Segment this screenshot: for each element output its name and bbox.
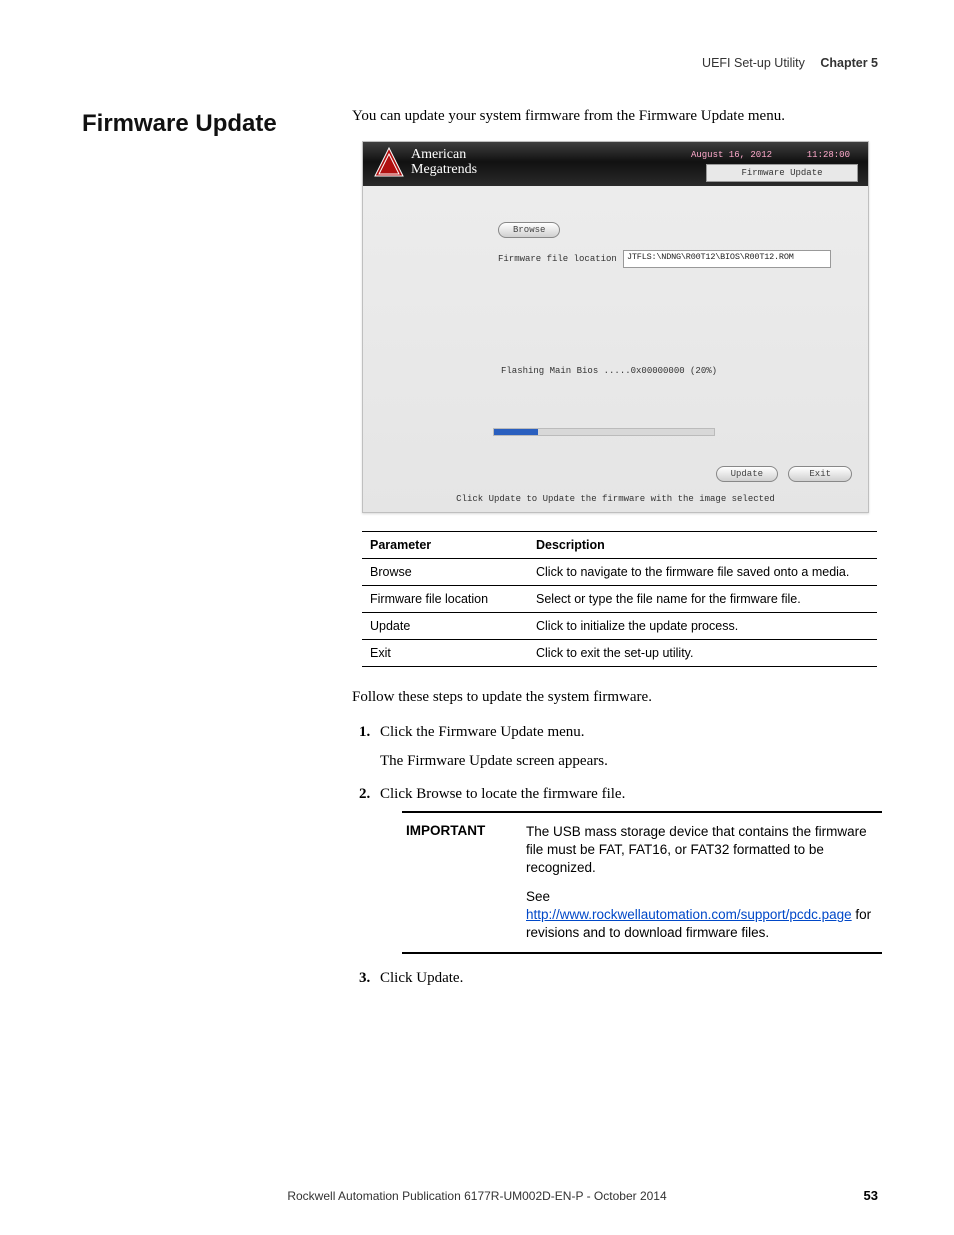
footer-publication: Rockwell Automation Publication 6177R-UM… (0, 1189, 954, 1203)
step-text: Click the Firmware Update menu. (380, 724, 585, 740)
pcdc-link[interactable]: http://www.rockwellautomation.com/suppor… (526, 907, 852, 922)
cell: Update (362, 613, 528, 640)
brand-line1: American (411, 147, 477, 162)
important-p1: The USB mass storage device that contain… (526, 823, 878, 878)
table-row: Firmware file location Select or type th… (362, 586, 877, 613)
important-text: The USB mass storage device that contain… (522, 813, 882, 952)
file-location-input[interactable]: JTFLS:\NDNG\R00T12\BIOS\R00T12.ROM (623, 250, 831, 268)
step-3: Click Update. (374, 970, 878, 987)
progress-bar (493, 428, 715, 436)
file-location-label: Firmware file location (498, 254, 617, 264)
cell: Select or type the file name for the fir… (528, 586, 877, 613)
cell: Click to initialize the update process. (528, 613, 877, 640)
steps-list: Click the Firmware Update menu. The Firm… (374, 724, 878, 987)
follow-text: Follow these steps to update the system … (352, 689, 878, 706)
step-2: Click Browse to locate the firmware file… (374, 786, 878, 954)
table-row: Exit Click to exit the set-up utility. (362, 640, 877, 667)
brand-line2: Megatrends (411, 162, 477, 177)
screenshot-body: Browse Firmware file location JTFLS:\NDN… (363, 186, 868, 512)
running-header: UEFI Set-up Utility Chapter 5 (82, 56, 878, 70)
screenshot-title: Firmware Update (706, 164, 858, 182)
screenshot-time: 11:28:00 (807, 150, 850, 160)
cell: Click to navigate to the firmware file s… (528, 559, 877, 586)
firmware-screenshot: American Megatrends August 16, 2012 11:2… (362, 141, 869, 513)
ami-logo-icon (373, 146, 405, 178)
table-row: Update Click to initialize the update pr… (362, 613, 877, 640)
important-pre: See (526, 889, 550, 904)
section-name: UEFI Set-up Utility (702, 56, 805, 70)
step-1-sub: The Firmware Update screen appears. (380, 753, 878, 770)
table-row: Browse Click to navigate to the firmware… (362, 559, 877, 586)
parameter-table: Parameter Description Browse Click to na… (362, 531, 877, 667)
page-number: 53 (864, 1188, 878, 1203)
cell: Firmware file location (362, 586, 528, 613)
browse-button[interactable]: Browse (498, 222, 560, 238)
cell: Browse (362, 559, 528, 586)
intro-text: You can update your system firmware from… (352, 106, 878, 127)
th-description: Description (528, 532, 877, 559)
ami-logo: American Megatrends (373, 146, 477, 178)
step-text: Click Update. (380, 970, 463, 986)
progress-fill (494, 429, 538, 435)
cell: Exit (362, 640, 528, 667)
exit-button[interactable]: Exit (788, 466, 852, 482)
step-1: Click the Firmware Update menu. The Firm… (374, 724, 878, 770)
step-text: Click Browse to locate the firmware file… (380, 786, 625, 802)
screenshot-header: American Megatrends August 16, 2012 11:2… (363, 142, 868, 186)
cell: Click to exit the set-up utility. (528, 640, 877, 667)
important-p2: See http://www.rockwellautomation.com/su… (526, 888, 878, 943)
flashing-status: Flashing Main Bios .....0x00000000 (20%) (501, 366, 717, 376)
chapter-label: Chapter 5 (820, 56, 878, 70)
ami-logo-text: American Megatrends (411, 147, 477, 177)
th-parameter: Parameter (362, 532, 528, 559)
important-callout: IMPORTANT The USB mass storage device th… (402, 811, 882, 954)
important-label: IMPORTANT (402, 813, 522, 952)
screenshot-hint: Click Update to Update the firmware with… (363, 494, 868, 504)
update-button[interactable]: Update (716, 466, 778, 482)
page-heading: Firmware Update (82, 110, 277, 138)
screenshot-date: August 16, 2012 (691, 150, 772, 160)
